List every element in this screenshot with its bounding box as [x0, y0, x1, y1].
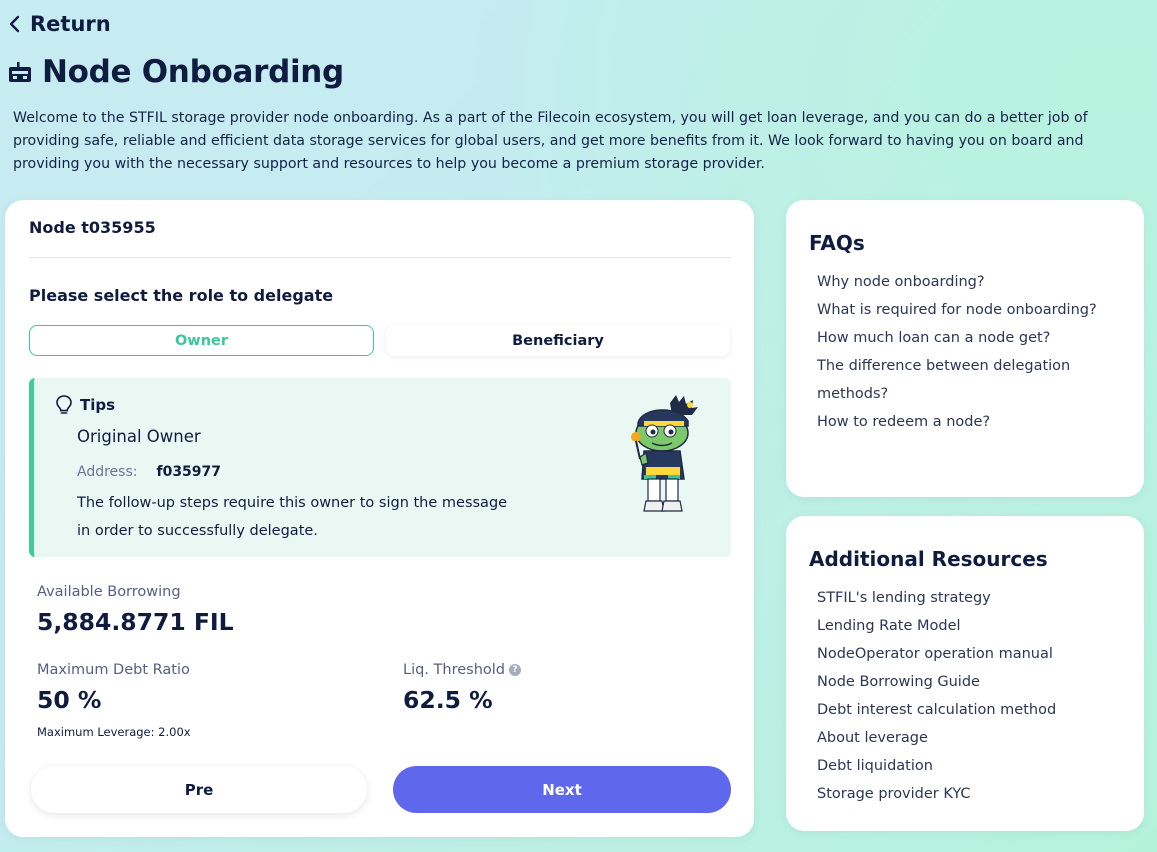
faq-link[interactable]: The difference between delegation method…	[817, 352, 1077, 408]
pre-button[interactable]: Pre	[31, 766, 367, 813]
faq-link[interactable]: How to redeem a node?	[817, 408, 1117, 436]
faq-link[interactable]: Why node onboarding?	[817, 268, 1117, 296]
page-header: Node Onboarding	[8, 54, 344, 90]
resource-link[interactable]: Storage provider KYC	[817, 780, 1117, 808]
liq-threshold-label-wrap: Liq. Threshold?	[403, 662, 521, 678]
faq-link[interactable]: How much loan can a node get?	[817, 324, 1117, 352]
max-debt-ratio-value: 50 %	[37, 686, 102, 714]
resources-card: Additional Resources STFIL's lending str…	[786, 516, 1144, 831]
chevron-left-icon	[9, 15, 20, 33]
onboarding-card: Node t035955 Please select the role to d…	[5, 200, 754, 837]
address-label: Address:	[77, 464, 138, 480]
tips-header: Tips	[54, 394, 115, 416]
faq-list: Why node onboarding? What is required fo…	[817, 268, 1117, 436]
address-row: Address: f035977	[77, 464, 221, 480]
tips-panel: Tips Original Owner Address: f035977 The…	[29, 378, 731, 557]
next-button[interactable]: Next	[393, 766, 731, 813]
role-tab-owner[interactable]: Owner	[29, 325, 374, 356]
faq-link[interactable]: What is required for node onboarding?	[817, 296, 1117, 324]
max-debt-ratio-label: Maximum Debt Ratio	[37, 662, 190, 678]
available-borrowing-value: 5,884.8771 FIL	[37, 608, 234, 636]
resources-title: Additional Resources	[809, 547, 1048, 571]
role-select-label: Please select the role to delegate	[29, 286, 334, 305]
node-title: Node t035955	[29, 218, 156, 237]
address-value: f035977	[156, 464, 222, 480]
liq-threshold-label: Liq. Threshold	[403, 662, 505, 678]
available-borrowing-label: Available Borrowing	[37, 584, 181, 600]
resource-link[interactable]: Lending Rate Model	[817, 612, 1117, 640]
frog-mascot-illustration	[631, 395, 698, 512]
page-title: Node Onboarding	[42, 54, 344, 90]
resource-link[interactable]: Node Borrowing Guide	[817, 668, 1117, 696]
resource-link[interactable]: STFIL's lending strategy	[817, 584, 1117, 612]
resource-link[interactable]: NodeOperator operation manual	[817, 640, 1117, 668]
resources-list: STFIL's lending strategy Lending Rate Mo…	[817, 584, 1117, 808]
resource-link[interactable]: Debt liquidation	[817, 752, 1117, 780]
faq-title: FAQs	[809, 231, 865, 255]
node-server-icon	[9, 62, 31, 82]
question-circle-icon[interactable]: ?	[509, 664, 521, 676]
return-label: Return	[30, 12, 111, 36]
resource-link[interactable]: About leverage	[817, 724, 1117, 752]
faq-card: FAQs Why node onboarding? What is requir…	[786, 200, 1144, 497]
divider	[29, 257, 731, 258]
resource-link[interactable]: Debt interest calculation method	[817, 696, 1117, 724]
max-leverage-text: Maximum Leverage: 2.00x	[37, 725, 191, 739]
intro-text: Welcome to the STFIL storage provider no…	[13, 110, 1088, 172]
tips-description: The follow-up steps require this owner t…	[77, 495, 508, 539]
role-tab-beneficiary[interactable]: Beneficiary	[386, 325, 730, 356]
lightbulb-icon	[56, 395, 72, 414]
tips-heading: Tips	[80, 396, 116, 414]
liq-threshold-value: 62.5 %	[403, 686, 493, 714]
return-link[interactable]: Return	[8, 12, 111, 36]
role-title: Original Owner	[77, 427, 201, 446]
